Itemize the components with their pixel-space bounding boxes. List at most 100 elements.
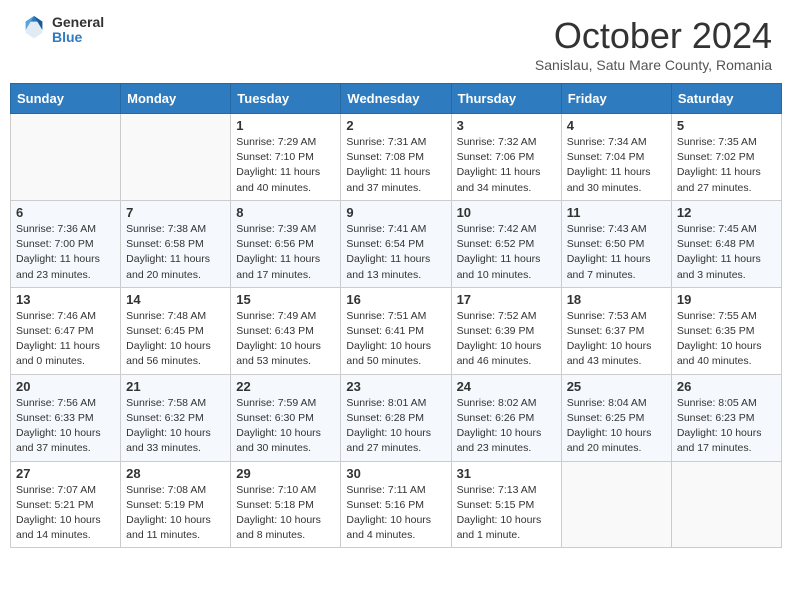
day-info: Sunrise: 7:35 AM Sunset: 7:02 PM Dayligh…: [677, 135, 776, 196]
day-info: Sunrise: 7:31 AM Sunset: 7:08 PM Dayligh…: [346, 135, 445, 196]
calendar-table: SundayMondayTuesdayWednesdayThursdayFrid…: [10, 83, 782, 548]
day-number: 5: [677, 118, 776, 133]
day-number: 19: [677, 292, 776, 307]
calendar-cell: 1Sunrise: 7:29 AM Sunset: 7:10 PM Daylig…: [231, 114, 341, 201]
day-number: 26: [677, 379, 776, 394]
day-info: Sunrise: 7:51 AM Sunset: 6:41 PM Dayligh…: [346, 309, 445, 370]
calendar-cell: 3 Sunrise: 7:32 AM Sunset: 7:06 PM Daylig…: [451, 114, 561, 201]
logo-text: General Blue: [52, 15, 104, 46]
day-number: 2: [346, 118, 445, 133]
calendar-week-row: 1Sunrise: 7:29 AM Sunset: 7:10 PM Daylig…: [11, 114, 782, 201]
day-number: 14: [126, 292, 225, 307]
day-number: 17: [457, 292, 556, 307]
calendar-cell: 5 Sunrise: 7:35 AM Sunset: 7:02 PM Daylig…: [671, 114, 781, 201]
day-number: 30: [346, 466, 445, 481]
calendar-cell: 2 Sunrise: 7:31 AM Sunset: 7:08 PM Daylig…: [341, 114, 451, 201]
day-number: 4: [567, 118, 666, 133]
calendar-cell: 13Sunrise: 7:46 AM Sunset: 6:47 PM Dayli…: [11, 287, 121, 374]
day-number: 20: [16, 379, 115, 394]
calendar-cell: 6 Sunrise: 7:36 AM Sunset: 7:00 PM Daylig…: [11, 200, 121, 287]
day-number: 10: [457, 205, 556, 220]
calendar-cell: 22 Sunrise: 7:59 AM Sunset: 6:30 PM Dayli…: [231, 374, 341, 461]
day-number: 8: [236, 205, 335, 220]
day-info: Sunrise: 7:36 AM Sunset: 7:00 PM Dayligh…: [16, 222, 115, 283]
calendar-cell: 10Sunrise: 7:42 AM Sunset: 6:52 PM Dayli…: [451, 200, 561, 287]
title-section: October 2024 Sanislau, Satu Mare County,…: [535, 15, 772, 73]
day-of-week-header: Thursday: [451, 84, 561, 114]
calendar-cell: 29 Sunrise: 7:10 AM Sunset: 5:18 PM Dayli…: [231, 461, 341, 548]
calendar-cell: 25 Sunrise: 8:04 AM Sunset: 6:25 PM Dayli…: [561, 374, 671, 461]
day-number: 16: [346, 292, 445, 307]
day-info: Sunrise: 7:43 AM Sunset: 6:50 PM Dayligh…: [567, 222, 666, 283]
day-info: Sunrise: 7:52 AM Sunset: 6:39 PM Dayligh…: [457, 309, 556, 370]
calendar-cell: 7Sunrise: 7:38 AM Sunset: 6:58 PM Daylig…: [121, 200, 231, 287]
day-info: Sunrise: 7:38 AM Sunset: 6:58 PM Dayligh…: [126, 222, 225, 283]
day-info: Sunrise: 7:29 AM Sunset: 7:10 PM Dayligh…: [236, 135, 335, 196]
day-info: Sunrise: 7:55 AM Sunset: 6:35 PM Dayligh…: [677, 309, 776, 370]
calendar-cell: [11, 114, 121, 201]
day-info: Sunrise: 7:10 AM Sunset: 5:18 PM Dayligh…: [236, 483, 335, 544]
day-number: 23: [346, 379, 445, 394]
calendar-cell: 12Sunrise: 7:45 AM Sunset: 6:48 PM Dayli…: [671, 200, 781, 287]
day-info: Sunrise: 8:01 AM Sunset: 6:28 PM Dayligh…: [346, 396, 445, 457]
day-info: Sunrise: 7:59 AM Sunset: 6:30 PM Dayligh…: [236, 396, 335, 457]
calendar-cell: 15Sunrise: 7:49 AM Sunset: 6:43 PM Dayli…: [231, 287, 341, 374]
day-info: Sunrise: 8:04 AM Sunset: 6:25 PM Dayligh…: [567, 396, 666, 457]
calendar-week-row: 27Sunrise: 7:07 AM Sunset: 5:21 PM Dayli…: [11, 461, 782, 548]
day-number: 12: [677, 205, 776, 220]
day-of-week-header: Sunday: [11, 84, 121, 114]
page-header: General Blue October 2024 Sanislau, Satu…: [0, 0, 792, 78]
location-subtitle: Sanislau, Satu Mare County, Romania: [535, 57, 772, 73]
calendar-week-row: 20Sunrise: 7:56 AM Sunset: 6:33 PM Dayli…: [11, 374, 782, 461]
day-number: 6: [16, 205, 115, 220]
calendar-cell: 11Sunrise: 7:43 AM Sunset: 6:50 PM Dayli…: [561, 200, 671, 287]
calendar-cell: 18 Sunrise: 7:53 AM Sunset: 6:37 PM Dayli…: [561, 287, 671, 374]
calendar-cell: 4Sunrise: 7:34 AM Sunset: 7:04 PM Daylig…: [561, 114, 671, 201]
calendar-week-row: 13Sunrise: 7:46 AM Sunset: 6:47 PM Dayli…: [11, 287, 782, 374]
calendar-cell: [561, 461, 671, 548]
day-number: 18: [567, 292, 666, 307]
logo-icon: [20, 16, 48, 44]
day-of-week-header: Saturday: [671, 84, 781, 114]
day-number: 22: [236, 379, 335, 394]
day-number: 28: [126, 466, 225, 481]
calendar-cell: 14 Sunrise: 7:48 AM Sunset: 6:45 PM Dayli…: [121, 287, 231, 374]
day-number: 21: [126, 379, 225, 394]
calendar-cell: 27Sunrise: 7:07 AM Sunset: 5:21 PM Dayli…: [11, 461, 121, 548]
day-number: 3: [457, 118, 556, 133]
calendar-cell: 21 Sunrise: 7:58 AM Sunset: 6:32 PM Dayli…: [121, 374, 231, 461]
calendar-cell: 17 Sunrise: 7:52 AM Sunset: 6:39 PM Dayli…: [451, 287, 561, 374]
calendar-cell: 24 Sunrise: 8:02 AM Sunset: 6:26 PM Dayli…: [451, 374, 561, 461]
day-info: Sunrise: 7:13 AM Sunset: 5:15 PM Dayligh…: [457, 483, 556, 544]
day-number: 31: [457, 466, 556, 481]
calendar-cell: 31 Sunrise: 7:13 AM Sunset: 5:15 PM Dayli…: [451, 461, 561, 548]
day-of-week-header: Friday: [561, 84, 671, 114]
day-info: Sunrise: 7:53 AM Sunset: 6:37 PM Dayligh…: [567, 309, 666, 370]
calendar-cell: [121, 114, 231, 201]
calendar-cell: 28 Sunrise: 7:08 AM Sunset: 5:19 PM Dayli…: [121, 461, 231, 548]
day-info: Sunrise: 8:02 AM Sunset: 6:26 PM Dayligh…: [457, 396, 556, 457]
day-info: Sunrise: 7:08 AM Sunset: 5:19 PM Dayligh…: [126, 483, 225, 544]
calendar-cell: 19 Sunrise: 7:55 AM Sunset: 6:35 PM Dayli…: [671, 287, 781, 374]
day-number: 25: [567, 379, 666, 394]
calendar-cell: 23 Sunrise: 8:01 AM Sunset: 6:28 PM Dayli…: [341, 374, 451, 461]
calendar-cell: 8 Sunrise: 7:39 AM Sunset: 6:56 PM Daylig…: [231, 200, 341, 287]
day-info: Sunrise: 7:58 AM Sunset: 6:32 PM Dayligh…: [126, 396, 225, 457]
day-number: 24: [457, 379, 556, 394]
calendar-header-row: SundayMondayTuesdayWednesdayThursdayFrid…: [11, 84, 782, 114]
day-info: Sunrise: 7:32 AM Sunset: 7:06 PM Dayligh…: [457, 135, 556, 196]
calendar-cell: [671, 461, 781, 548]
day-info: Sunrise: 8:05 AM Sunset: 6:23 PM Dayligh…: [677, 396, 776, 457]
calendar-cell: 9Sunrise: 7:41 AM Sunset: 6:54 PM Daylig…: [341, 200, 451, 287]
day-number: 29: [236, 466, 335, 481]
calendar-cell: 20Sunrise: 7:56 AM Sunset: 6:33 PM Dayli…: [11, 374, 121, 461]
day-info: Sunrise: 7:11 AM Sunset: 5:16 PM Dayligh…: [346, 483, 445, 544]
calendar-cell: 26 Sunrise: 8:05 AM Sunset: 6:23 PM Dayli…: [671, 374, 781, 461]
day-info: Sunrise: 7:07 AM Sunset: 5:21 PM Dayligh…: [16, 483, 115, 544]
day-info: Sunrise: 7:39 AM Sunset: 6:56 PM Dayligh…: [236, 222, 335, 283]
calendar-cell: 30 Sunrise: 7:11 AM Sunset: 5:16 PM Dayli…: [341, 461, 451, 548]
day-info: Sunrise: 7:49 AM Sunset: 6:43 PM Dayligh…: [236, 309, 335, 370]
day-number: 13: [16, 292, 115, 307]
calendar-cell: 16 Sunrise: 7:51 AM Sunset: 6:41 PM Dayli…: [341, 287, 451, 374]
day-info: Sunrise: 7:48 AM Sunset: 6:45 PM Dayligh…: [126, 309, 225, 370]
